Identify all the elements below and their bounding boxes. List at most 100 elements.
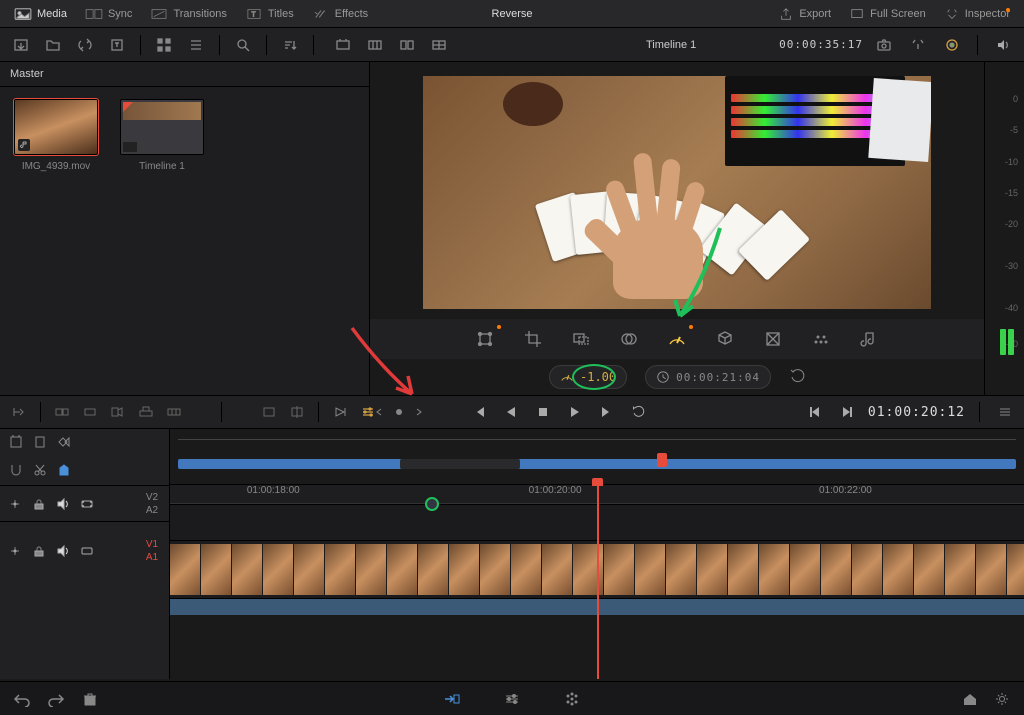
top-transitions[interactable]: Transitions bbox=[144, 4, 232, 24]
title-adder-button[interactable] bbox=[104, 34, 130, 56]
overview-playhead[interactable] bbox=[657, 453, 667, 467]
jog-right[interactable] bbox=[414, 407, 424, 417]
flags-tool[interactable] bbox=[56, 434, 72, 453]
transform-icon[interactable] bbox=[475, 329, 495, 349]
trim-mode-button[interactable] bbox=[329, 403, 351, 421]
timeline-canvas[interactable]: 01:00:18:00 01:00:20:00 01:00:22:00 bbox=[170, 429, 1024, 679]
lock-icon[interactable] bbox=[30, 495, 48, 513]
speed-value[interactable]: -1.00 bbox=[580, 370, 616, 384]
search-button[interactable] bbox=[230, 34, 256, 56]
color-icon[interactable] bbox=[811, 329, 831, 349]
clock-pill[interactable]: 00:00:21:04 bbox=[645, 365, 771, 389]
composite-icon[interactable] bbox=[619, 329, 639, 349]
view-thumb-button[interactable] bbox=[151, 34, 177, 56]
video-frame[interactable] bbox=[423, 76, 931, 309]
snapshot-button[interactable] bbox=[871, 34, 897, 56]
home-button[interactable] bbox=[960, 690, 980, 708]
lock-icon[interactable] bbox=[30, 542, 48, 560]
playhead[interactable] bbox=[597, 485, 599, 679]
audio-icon[interactable] bbox=[859, 329, 879, 349]
viewer-mode1-button[interactable] bbox=[362, 34, 388, 56]
closeup-button[interactable] bbox=[107, 403, 129, 421]
loop-button[interactable] bbox=[628, 403, 650, 421]
reset-speed-button[interactable] bbox=[789, 368, 805, 387]
dynamic-zoom-icon[interactable] bbox=[571, 329, 591, 349]
mute-icon[interactable] bbox=[54, 495, 72, 513]
import-media-button[interactable] bbox=[8, 34, 34, 56]
top-media[interactable]: Media bbox=[8, 4, 73, 24]
go-start-button[interactable] bbox=[468, 403, 490, 421]
viewer-timecode[interactable]: 00:00:35:17 bbox=[779, 38, 863, 51]
sync-lock-icon[interactable] bbox=[6, 542, 24, 560]
clock-icon bbox=[656, 370, 670, 384]
sync-audio-button[interactable] bbox=[72, 34, 98, 56]
crop-icon[interactable] bbox=[523, 329, 543, 349]
smart-insert-button[interactable] bbox=[8, 403, 30, 421]
video-enable-icon[interactable] bbox=[78, 495, 96, 513]
marker-tool[interactable] bbox=[32, 434, 48, 453]
jog-left[interactable] bbox=[374, 407, 384, 417]
media-pool-header[interactable]: Master bbox=[0, 62, 369, 87]
top-sync[interactable]: Sync bbox=[79, 4, 138, 24]
next-clip-button[interactable] bbox=[836, 403, 858, 421]
razor-tool[interactable] bbox=[32, 462, 48, 481]
prev-clip-button[interactable] bbox=[804, 403, 826, 421]
clip-label: IMG_4939.mov bbox=[22, 161, 90, 172]
marker-add[interactable] bbox=[56, 462, 72, 481]
sort-button[interactable] bbox=[277, 34, 303, 56]
import-folder-button[interactable] bbox=[40, 34, 66, 56]
boring-detector-button[interactable] bbox=[330, 34, 356, 56]
track-header-column: V2A2 V1A1 bbox=[0, 429, 170, 679]
top-export[interactable]: Export bbox=[772, 4, 837, 24]
transport-timecode[interactable]: 01:00:20:12 bbox=[868, 405, 965, 420]
media-pool-item[interactable]: IMG_4939.mov bbox=[12, 99, 100, 172]
ripple-button[interactable] bbox=[79, 403, 101, 421]
redo-button[interactable] bbox=[46, 690, 66, 708]
bypass-color-button[interactable] bbox=[939, 34, 965, 56]
page-edit-icon[interactable] bbox=[502, 690, 522, 708]
meter-bar-r bbox=[1008, 329, 1014, 355]
play-button[interactable] bbox=[564, 403, 586, 421]
place-on-top-button[interactable] bbox=[135, 403, 157, 421]
trim-button[interactable] bbox=[258, 403, 280, 421]
timeline-name-dropdown[interactable]: Timeline 1 bbox=[571, 39, 771, 51]
top-effects[interactable]: Effects bbox=[306, 4, 374, 24]
jog-dot bbox=[394, 407, 404, 417]
speed-icon[interactable] bbox=[667, 329, 687, 349]
top-fullscreen[interactable]: Full Screen bbox=[843, 4, 932, 24]
video-enable-icon[interactable] bbox=[78, 542, 96, 560]
selection-tool[interactable] bbox=[8, 434, 24, 453]
media-pool-item[interactable]: Timeline 1 bbox=[118, 99, 206, 172]
split-button[interactable] bbox=[286, 403, 308, 421]
label: Media bbox=[37, 8, 67, 20]
lens-icon[interactable] bbox=[763, 329, 783, 349]
track-head-v1a1[interactable]: V1A1 bbox=[0, 521, 169, 579]
append-button[interactable] bbox=[51, 403, 73, 421]
viewer-mode3-button[interactable] bbox=[426, 34, 452, 56]
snap-toggle[interactable] bbox=[8, 462, 24, 481]
viewer-mode2-button[interactable] bbox=[394, 34, 420, 56]
timeline-overview[interactable] bbox=[170, 429, 1024, 485]
tools-button[interactable] bbox=[905, 34, 931, 56]
settings-button[interactable] bbox=[992, 690, 1012, 708]
play-reverse-button[interactable] bbox=[500, 403, 522, 421]
label: Effects bbox=[335, 8, 368, 20]
timeline-options-button[interactable] bbox=[994, 403, 1016, 421]
track-head-v2a2[interactable]: V2A2 bbox=[0, 485, 169, 521]
stabilize-icon[interactable] bbox=[715, 329, 735, 349]
viewer-tool-row bbox=[370, 319, 984, 359]
mute-icon[interactable] bbox=[54, 542, 72, 560]
undo-button[interactable] bbox=[12, 690, 32, 708]
page-cut-icon[interactable] bbox=[442, 690, 462, 708]
top-titles[interactable]: T Titles bbox=[239, 4, 300, 24]
top-inspector[interactable]: Inspector bbox=[938, 4, 1016, 24]
speed-pill[interactable]: -1.00 bbox=[549, 365, 627, 389]
sync-lock-icon[interactable] bbox=[6, 495, 24, 513]
page-fusion-icon[interactable] bbox=[562, 690, 582, 708]
volume-icon[interactable] bbox=[990, 34, 1016, 56]
stop-button[interactable] bbox=[532, 403, 554, 421]
go-end-button[interactable] bbox=[596, 403, 618, 421]
delete-button[interactable] bbox=[80, 690, 100, 708]
source-overwrite-button[interactable] bbox=[163, 403, 185, 421]
view-list-button[interactable] bbox=[183, 34, 209, 56]
